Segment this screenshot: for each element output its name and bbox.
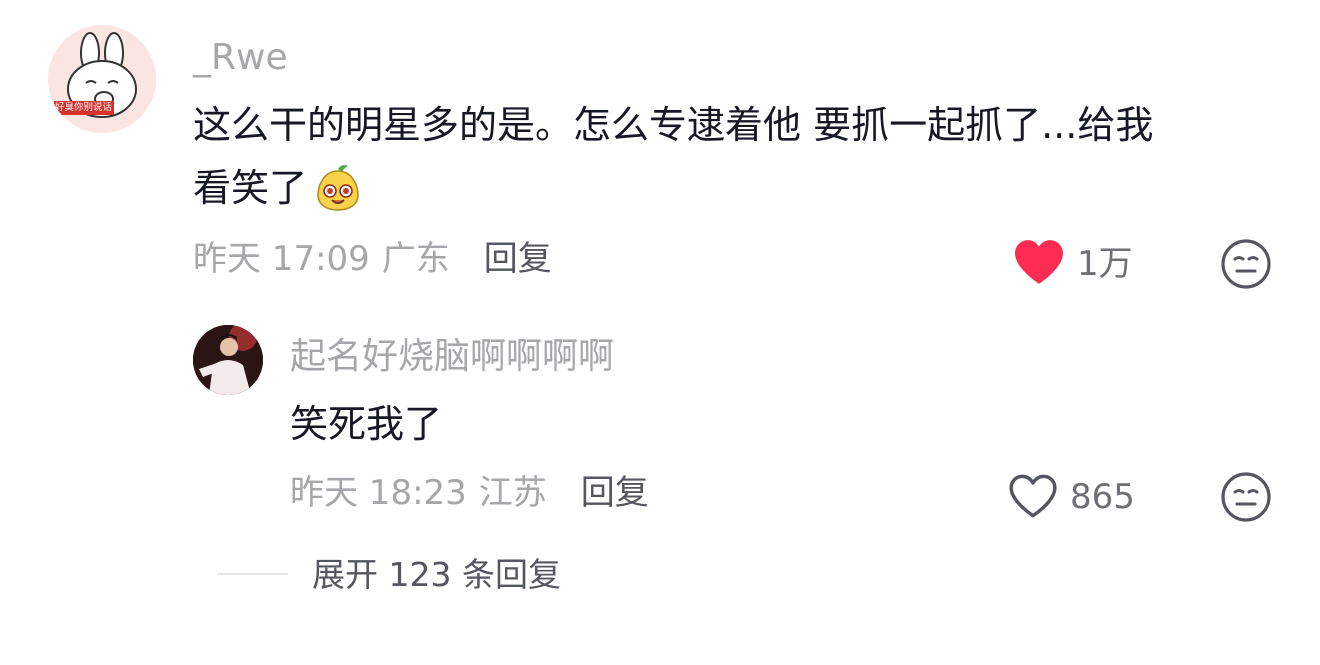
avatar-caption: 好臭你别说话: [55, 102, 113, 113]
performer-avatar-image: [193, 325, 263, 395]
commenter-username[interactable]: _Rwe: [193, 38, 288, 78]
reply-timestamp: 昨天 18:23: [290, 473, 467, 513]
comment-text-line-2: 看笑了: [193, 166, 308, 210]
reply-text: 笑死我了: [290, 402, 443, 446]
comment-reply-button[interactable]: 回复: [484, 239, 552, 279]
reply-reply-button[interactable]: 回复: [581, 473, 649, 513]
comment-like-button[interactable]: [1012, 238, 1068, 288]
reply-location: 江苏: [478, 473, 547, 513]
reply-like-count: 865: [1070, 477, 1135, 517]
expand-divider: [217, 573, 288, 575]
heart-outline-icon: [1009, 474, 1057, 518]
comment-text-line-2-row: 看笑了: [193, 157, 363, 219]
comment-dislike-button[interactable]: [1220, 238, 1272, 290]
comment-text-line-1: 这么干的明星多的是。怎么专逮着他 要抓一起抓了...给我: [193, 103, 1154, 147]
reply-dislike-button[interactable]: [1220, 471, 1272, 523]
comment-timestamp: 昨天 17:09: [193, 239, 370, 279]
reply-meta-row: 昨天 18:23 江苏 回复: [290, 473, 649, 513]
meh-face-icon: [1221, 472, 1271, 522]
replier-avatar[interactable]: [193, 325, 263, 395]
replier-username[interactable]: 起名好烧脑啊啊啊啊: [290, 337, 614, 377]
expand-replies-button[interactable]: 展开 123 条回复: [312, 555, 561, 595]
bunny-avatar-image: [48, 25, 156, 133]
comment-meta-row: 昨天 17:09 广东 回复: [193, 239, 552, 279]
laughing-pear-emoji-icon: [313, 163, 363, 213]
commenter-avatar[interactable]: 好臭你别说话: [48, 25, 156, 133]
comment-location: 广东: [381, 239, 450, 279]
heart-filled-icon: [1015, 240, 1063, 284]
reply-like-button[interactable]: [1006, 472, 1062, 522]
comment-like-count: 1万: [1077, 244, 1133, 284]
meh-face-icon: [1221, 239, 1271, 289]
